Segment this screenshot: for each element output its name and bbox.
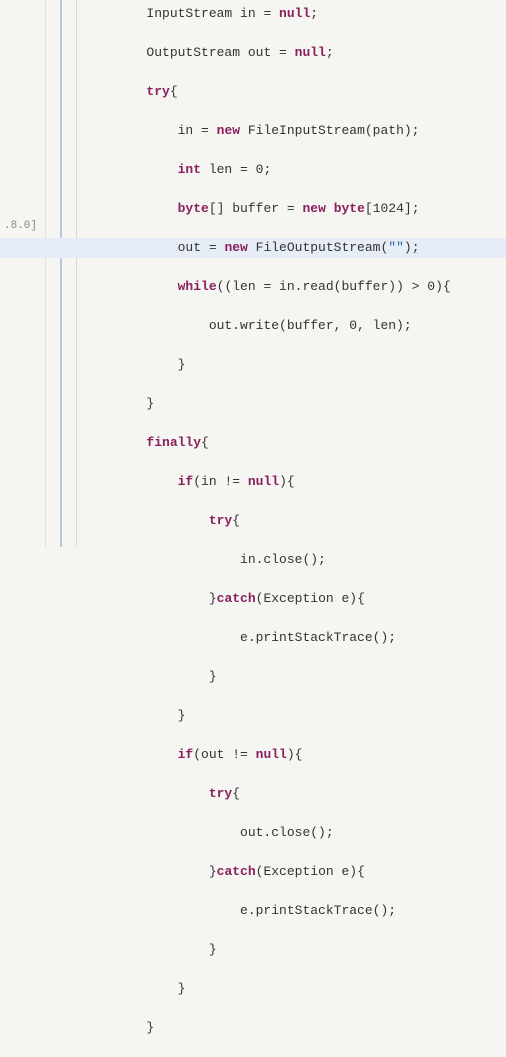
vertical-guide-2	[76, 0, 77, 547]
code-line: in.close();	[84, 550, 500, 570]
code-line: out.close();	[84, 823, 500, 843]
code-line: try{	[84, 784, 500, 804]
code-line: if(in != null){	[84, 472, 500, 492]
code-line: }	[84, 394, 500, 414]
code-line: }catch(Exception e){	[84, 862, 500, 882]
code-line: in = new FileInputStream(path);	[84, 121, 500, 141]
code-line: byte[] buffer = new byte[1024];	[84, 199, 500, 219]
code-line: int len = 0;	[84, 160, 500, 180]
code-line: e.printStackTrace();	[84, 628, 500, 648]
code-line: while((len = in.read(buffer)) > 0){	[84, 277, 500, 297]
vertical-guide-1	[60, 0, 62, 547]
code-line: out.write(buffer, 0, len);	[84, 316, 500, 336]
gutter-label: .8.0]	[4, 220, 37, 232]
code-line: }	[84, 979, 500, 999]
code-line: try{	[84, 511, 500, 531]
code-line: }	[84, 667, 500, 687]
code-line: finally{	[84, 433, 500, 453]
code-line: try{	[84, 82, 500, 102]
code-line: e.printStackTrace();	[84, 901, 500, 921]
code-line: }	[84, 355, 500, 375]
code-line: InputStream in = null;	[84, 4, 500, 24]
code-line: }	[84, 706, 500, 726]
code-line: }	[84, 940, 500, 960]
code-line: if(out != null){	[84, 745, 500, 765]
code-line: OutputStream out = null;	[84, 43, 500, 63]
code-viewer: InputStream in = null; OutputStream out …	[84, 4, 500, 1057]
code-line: }	[84, 1018, 500, 1038]
gutter: .8.0]	[0, 0, 46, 547]
code-line: }catch(Exception e){	[84, 589, 500, 609]
code-line: out = new FileOutputStream("");	[0, 238, 506, 258]
